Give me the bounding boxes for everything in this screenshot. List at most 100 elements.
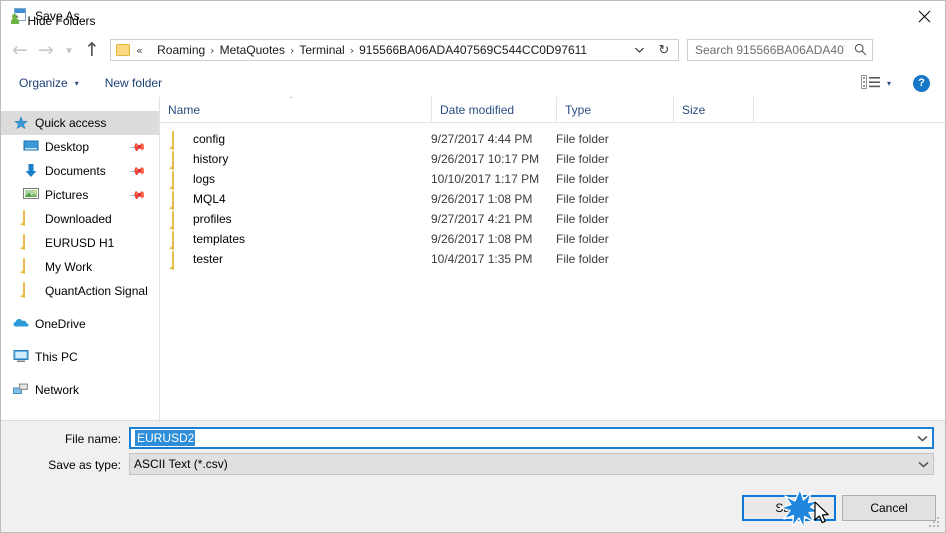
breadcrumb-item-metaquotes[interactable]: MetaQuotes	[220, 43, 285, 57]
cell-name: profiles	[193, 212, 232, 226]
network-icon	[13, 382, 29, 398]
table-row[interactable]: MQL4 9/26/2017 1:08 PM File folder	[160, 189, 945, 210]
save-as-dialog: Save As ← → ▾ ↑ « › Roaming › MetaQuotes	[0, 0, 946, 533]
pin-icon[interactable]: 📌	[129, 162, 148, 181]
sidebar-item-pictures[interactable]: Pictures 📌	[1, 183, 159, 207]
column-label: Type	[565, 102, 592, 117]
sidebar-item-label: OneDrive	[35, 317, 86, 331]
command-toolbar: Organize ▾ New folder ▾ ?	[1, 69, 945, 98]
sidebar-item-label: Network	[35, 383, 80, 397]
breadcrumb-item-terminal[interactable]: Terminal	[299, 43, 344, 57]
folder-icon	[23, 282, 39, 299]
sidebar-item-label: Downloaded	[45, 212, 112, 226]
sidebar-item-label: Documents	[45, 164, 106, 178]
sidebar-item-downloaded[interactable]: Downloaded	[1, 207, 159, 231]
column-header-name[interactable]: Name ˄	[160, 97, 431, 122]
breadcrumb-item-roaming[interactable]: Roaming	[157, 43, 205, 57]
cell-name: MQL4	[193, 192, 226, 206]
sidebar-item-label: QuantAction Signal	[45, 284, 148, 298]
help-label: ?	[918, 77, 925, 89]
close-icon[interactable]	[901, 1, 945, 31]
chevron-down-icon: ▾	[74, 78, 79, 88]
search-placeholder: Search 915566BA06ADA40756...	[695, 43, 845, 57]
pin-icon[interactable]: 📌	[129, 138, 148, 157]
help-button[interactable]: ?	[913, 74, 930, 92]
file-name-label: File name:	[64, 432, 121, 446]
folder-icon	[23, 258, 39, 275]
chevron-down-icon[interactable]	[918, 455, 929, 473]
table-row[interactable]: tester 10/4/2017 1:35 PM File folder	[160, 249, 945, 270]
sidebar-item-eurusd-h1[interactable]: EURUSD H1	[1, 231, 159, 255]
sidebar-item-documents[interactable]: Documents 📌	[1, 159, 159, 183]
cell-name: config	[193, 132, 226, 146]
sidebar-item-network[interactable]: Network	[1, 378, 159, 402]
folder-icon	[172, 211, 174, 230]
table-row[interactable]: history 9/26/2017 10:17 PM File folder	[160, 149, 945, 170]
up-arrow-icon[interactable]: ↑	[79, 37, 105, 63]
this-pc-icon	[13, 349, 29, 365]
cell-name: templates	[193, 232, 246, 246]
cell-type: File folder	[556, 132, 609, 146]
breadcrumb-item-guid[interactable]: 915566BA06ADA407569C544CC0D97611	[359, 43, 587, 57]
column-label: Date modified	[440, 102, 515, 117]
search-input[interactable]: Search 915566BA06ADA40756...	[687, 39, 873, 61]
chevron-down-icon[interactable]	[917, 429, 928, 447]
cell-date-modified: 10/4/2017 1:35 PM	[431, 252, 533, 266]
resize-grip-icon[interactable]	[929, 517, 940, 528]
folder-icon	[116, 44, 130, 56]
search-icon	[854, 43, 867, 61]
navigation-pane: Quick access Desktop 📌 Documents 📌 Pictu…	[1, 97, 160, 420]
table-row[interactable]: logs 10/10/2017 1:17 PM File folder	[160, 169, 945, 190]
column-header-type[interactable]: Type	[556, 97, 673, 122]
table-row[interactable]: profiles 9/27/2017 4:21 PM File folder	[160, 209, 945, 230]
column-header-date-modified[interactable]: Date modified	[431, 97, 556, 122]
navigation-bar: ← → ▾ ↑ « › Roaming › MetaQuotes › Termi…	[1, 31, 945, 69]
cell-date-modified: 10/10/2017 1:17 PM	[431, 172, 540, 186]
table-row[interactable]: config 9/27/2017 4:44 PM File folder	[160, 129, 945, 150]
cancel-button-label: Cancel	[870, 501, 908, 515]
view-chevron-down-icon[interactable]: ▾	[887, 79, 891, 88]
sidebar-item-my-work[interactable]: My Work	[1, 255, 159, 279]
column-header-size[interactable]: Size	[673, 97, 753, 122]
chevron-up-icon: ˄	[15, 16, 20, 26]
hide-folders-label: Hide Folders	[27, 14, 96, 28]
cell-date-modified: 9/26/2017 1:08 PM	[431, 192, 533, 206]
breadcrumb-overflow[interactable]: «	[135, 44, 143, 57]
cell-type: File folder	[556, 152, 609, 166]
pin-icon[interactable]: 📌	[129, 186, 148, 205]
refresh-icon[interactable]: ↻	[652, 40, 676, 60]
organize-button[interactable]: Organize ▾	[12, 72, 86, 94]
save-button[interactable]: Save	[742, 495, 836, 521]
sidebar-item-this-pc[interactable]: This PC	[1, 345, 159, 369]
forward-arrow-icon[interactable]: →	[33, 37, 59, 63]
save-as-type-select[interactable]: ASCII Text (*.csv)	[129, 453, 934, 475]
sidebar-item-label: This PC	[35, 350, 78, 364]
folder-icon	[172, 171, 174, 190]
address-bar[interactable]: « › Roaming › MetaQuotes › Terminal › 91…	[110, 39, 679, 61]
content-area: Quick access Desktop 📌 Documents 📌 Pictu…	[1, 97, 945, 420]
view-options-icon[interactable]	[860, 75, 881, 91]
file-name-input[interactable]: EURUSD2	[129, 427, 934, 449]
save-as-type-value: ASCII Text (*.csv)	[134, 457, 228, 471]
sidebar-item-label: Desktop	[45, 140, 90, 154]
address-chevron-down-icon[interactable]	[628, 40, 650, 60]
sidebar-item-quantaction-signal[interactable]: QuantAction Signal	[1, 279, 159, 303]
sidebar-item-label: My Work	[45, 260, 93, 274]
sidebar-item-quick-access[interactable]: Quick access	[1, 111, 159, 135]
save-button-label: Save	[775, 501, 803, 515]
recent-locations-chevron-icon[interactable]: ▾	[59, 37, 79, 63]
pictures-icon	[23, 187, 39, 203]
title-bar: Save As	[1, 1, 945, 31]
cell-date-modified: 9/26/2017 1:08 PM	[431, 232, 533, 246]
new-folder-button[interactable]: New folder	[98, 72, 169, 94]
cell-type: File folder	[556, 232, 609, 246]
sidebar-item-onedrive[interactable]: OneDrive	[1, 312, 159, 336]
sidebar-divider	[1, 336, 159, 345]
cancel-button[interactable]: Cancel	[842, 495, 936, 521]
hide-folders-button[interactable]: ˄ Hide Folders	[15, 14, 96, 28]
table-row[interactable]: templates 9/26/2017 1:08 PM File folder	[160, 229, 945, 250]
back-arrow-icon[interactable]: ←	[7, 37, 33, 63]
sidebar-item-desktop[interactable]: Desktop 📌	[1, 135, 159, 159]
organize-label: Organize	[19, 76, 68, 90]
folder-icon	[23, 210, 39, 227]
